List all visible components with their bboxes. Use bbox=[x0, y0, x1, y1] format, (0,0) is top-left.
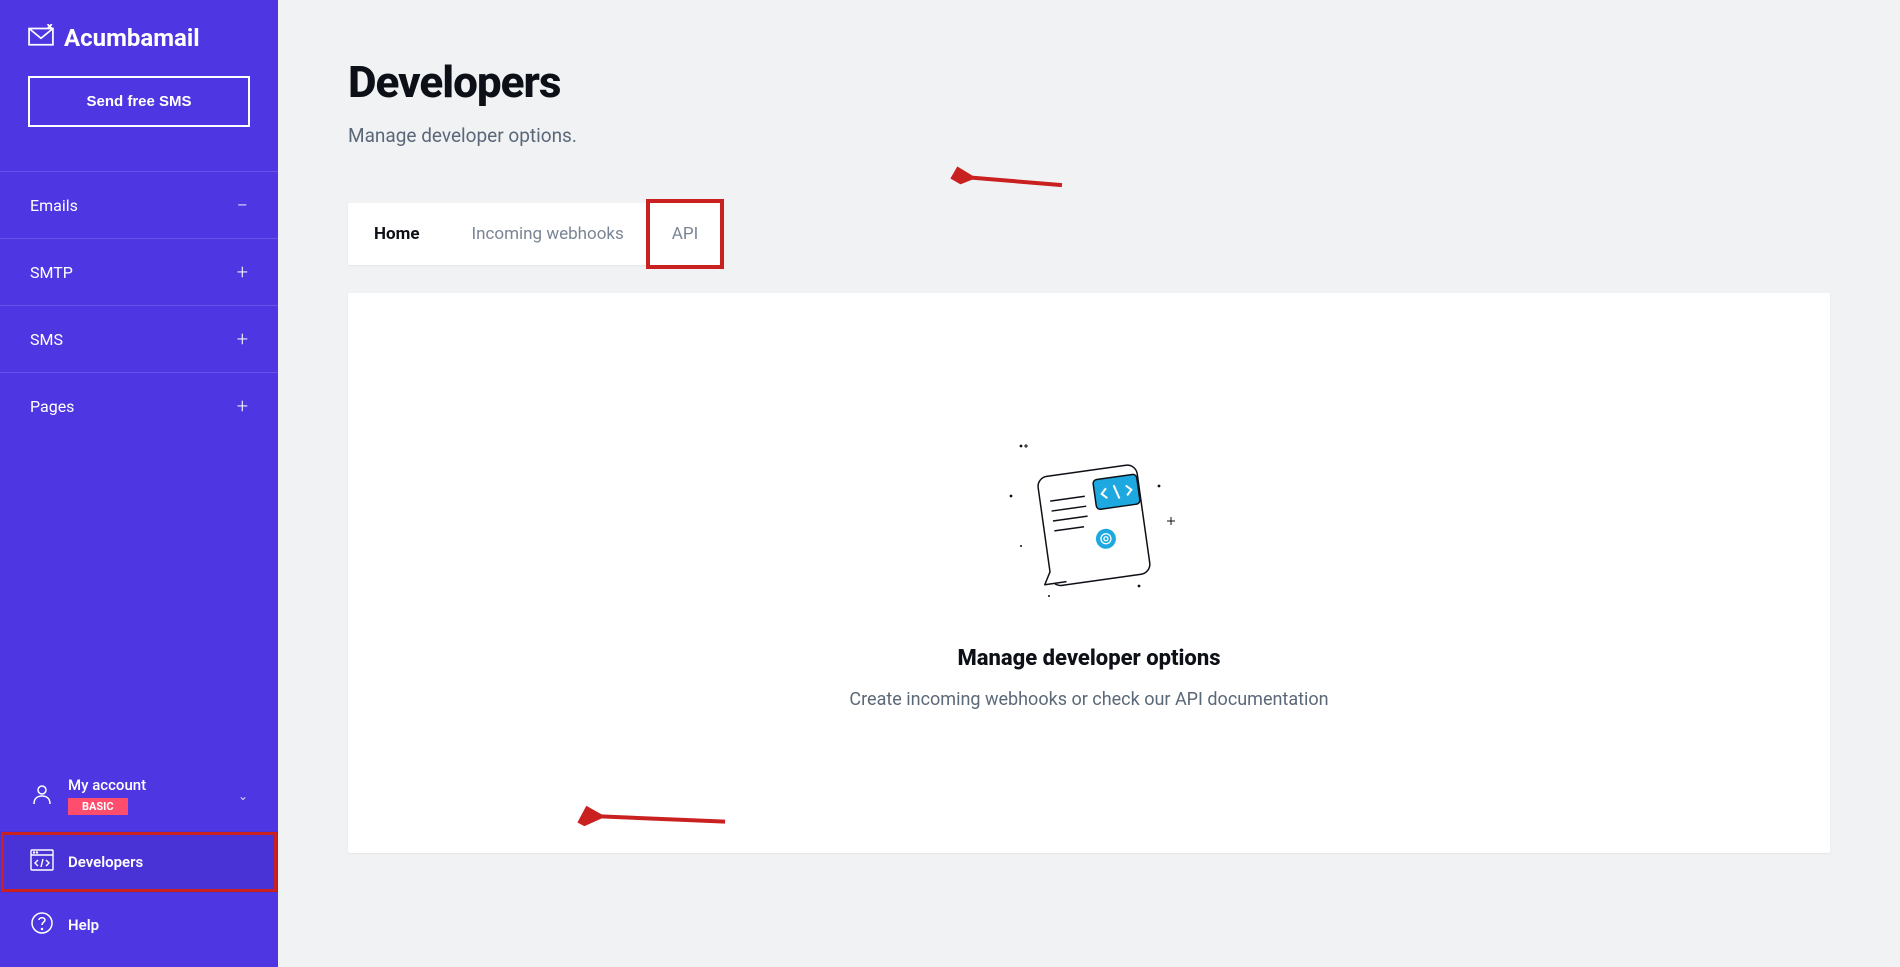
page-title: Developers bbox=[348, 56, 1830, 108]
sidebar-item-sms[interactable]: SMS + bbox=[0, 305, 278, 372]
user-icon bbox=[30, 782, 54, 810]
content-card: Manage developer options Create incoming… bbox=[348, 293, 1830, 853]
page-subtitle: Manage developer options. bbox=[348, 124, 1830, 147]
mail-icon bbox=[28, 24, 54, 52]
nav-label: Emails bbox=[30, 196, 78, 215]
tab-api[interactable]: API bbox=[646, 199, 724, 269]
help-icon bbox=[30, 911, 54, 939]
plan-badge: BASIC bbox=[68, 798, 128, 815]
bottom-item-label: Developers bbox=[68, 853, 143, 871]
sidebar-item-smtp[interactable]: SMTP + bbox=[0, 238, 278, 305]
sidebar-item-pages[interactable]: Pages + bbox=[0, 372, 278, 439]
expand-icon: + bbox=[237, 327, 248, 351]
expand-icon: + bbox=[237, 394, 248, 418]
main-content: Developers Manage developer options. Hom… bbox=[278, 0, 1900, 967]
sidebar-item-help[interactable]: Help bbox=[0, 893, 278, 957]
nav-label: SMS bbox=[30, 330, 63, 349]
code-window-icon bbox=[30, 849, 54, 875]
nav-label: Pages bbox=[30, 397, 74, 416]
tab-home[interactable]: Home bbox=[348, 203, 446, 265]
sidebar: Acumbamail Send free SMS Emails − SMTP +… bbox=[0, 0, 278, 967]
my-account-button[interactable]: My account BASIC ⌄ bbox=[0, 760, 278, 831]
nav-label: SMTP bbox=[30, 263, 73, 282]
account-label: My account bbox=[68, 776, 224, 794]
empty-state-description: Create incoming webhooks or check our AP… bbox=[849, 689, 1328, 710]
sidebar-item-emails[interactable]: Emails − bbox=[0, 171, 278, 238]
tabs: Home Incoming webhooks API bbox=[348, 203, 720, 265]
empty-state-illustration bbox=[989, 436, 1189, 616]
empty-state-title: Manage developer options bbox=[958, 646, 1221, 671]
brand-name: Acumbamail bbox=[64, 24, 200, 52]
expand-icon: + bbox=[237, 260, 248, 284]
sidebar-nav: Emails − SMTP + SMS + Pages + bbox=[0, 171, 278, 439]
bottom-item-label: Help bbox=[68, 916, 99, 934]
tab-incoming-webhooks[interactable]: Incoming webhooks bbox=[446, 203, 650, 265]
brand-logo[interactable]: Acumbamail bbox=[28, 24, 250, 52]
chevron-down-icon: ⌄ bbox=[238, 789, 248, 803]
sidebar-item-developers[interactable]: Developers bbox=[0, 831, 278, 893]
send-free-sms-button[interactable]: Send free SMS bbox=[28, 76, 250, 127]
collapse-icon: − bbox=[237, 193, 248, 217]
